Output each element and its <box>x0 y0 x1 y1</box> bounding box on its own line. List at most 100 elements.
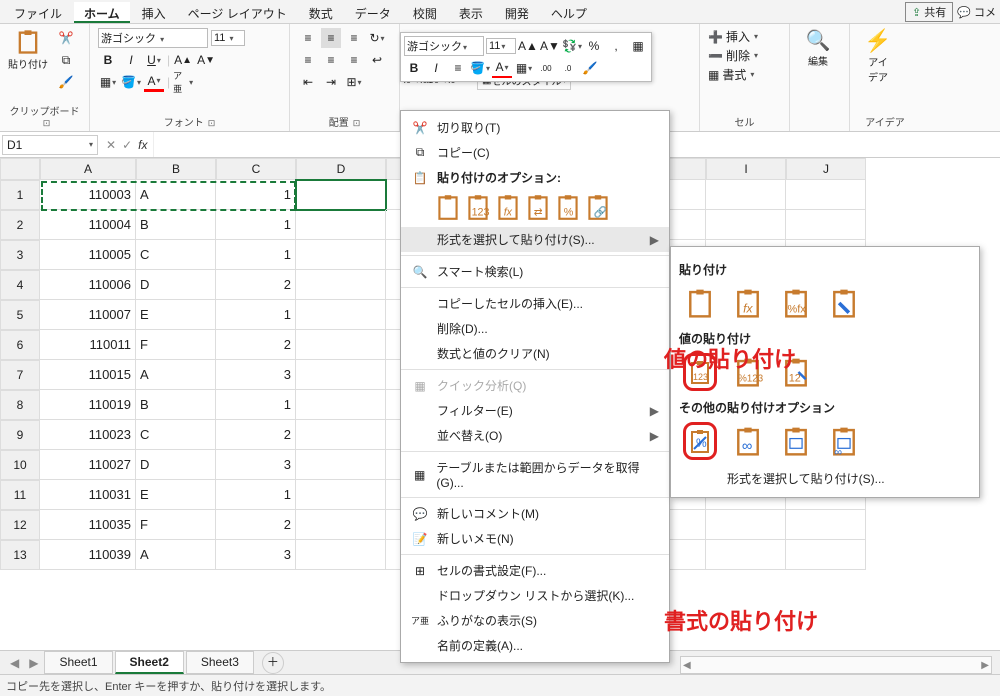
mini-currency-icon[interactable]: 💱▾ <box>562 36 582 56</box>
dialog-launcher-icon[interactable]: ⊡ <box>208 118 216 128</box>
ctx-new-memo[interactable]: 📝新しいメモ(N) <box>401 526 669 551</box>
row-header[interactable]: 5 <box>0 300 40 330</box>
cell[interactable] <box>296 330 386 360</box>
cell[interactable] <box>296 390 386 420</box>
tab-データ[interactable]: データ <box>345 2 401 23</box>
cell[interactable]: 110011 <box>40 330 136 360</box>
font-size[interactable]: 11 ▾ <box>211 30 245 46</box>
paste-formatting-brush-icon[interactable] <box>827 284 861 322</box>
cell[interactable]: 2 <box>216 330 296 360</box>
share-button[interactable]: ⇪共有 <box>905 2 953 22</box>
tab-ファイル[interactable]: ファイル <box>4 2 72 23</box>
name-box[interactable]: D1▾ <box>2 135 98 155</box>
insert-cells[interactable]: ➕挿入▾ <box>708 28 758 45</box>
enter-icon[interactable]: ✓ <box>122 138 132 152</box>
tab-ヘルプ[interactable]: ヘルプ <box>541 2 597 23</box>
cell[interactable]: E <box>136 480 216 510</box>
row-header[interactable]: 12 <box>0 510 40 540</box>
mini-font-color-icon[interactable]: A▾ <box>492 58 512 78</box>
dialog-launcher-icon[interactable]: ⊡ <box>43 118 51 128</box>
mini-painter-icon[interactable]: 🖌️ <box>580 58 600 78</box>
paste-picture-icon[interactable] <box>779 422 813 460</box>
cell[interactable] <box>296 180 386 210</box>
cell[interactable] <box>296 360 386 390</box>
orientation-icon[interactable]: ↻▾ <box>367 28 387 48</box>
wrap-text-icon[interactable]: ↩ <box>367 50 387 70</box>
tab-開発[interactable]: 開発 <box>495 2 539 23</box>
cell[interactable]: 1 <box>216 390 296 420</box>
row-header[interactable]: 2 <box>0 210 40 240</box>
underline-icon[interactable]: U▾ <box>144 50 164 70</box>
col-header[interactable]: A <box>40 158 136 180</box>
cell[interactable]: D <box>136 270 216 300</box>
paste-link-icon[interactable]: 🔗 <box>585 192 611 225</box>
mini-dec-font-icon[interactable]: A▼ <box>540 36 560 56</box>
indent-dec-icon[interactable]: ⇤ <box>298 72 318 92</box>
col-header[interactable]: I <box>706 158 786 180</box>
font-color-icon[interactable]: A▾ <box>144 72 164 92</box>
paste-button[interactable]: 貼り付け <box>6 26 50 73</box>
cell[interactable] <box>786 180 866 210</box>
mini-inc-dec-icon[interactable]: .00 <box>536 58 556 78</box>
paste-all-icon[interactable] <box>435 192 461 225</box>
row-header[interactable]: 1 <box>0 180 40 210</box>
cell[interactable]: 1 <box>216 180 296 210</box>
cell[interactable]: C <box>136 240 216 270</box>
paste-all-icon[interactable] <box>683 284 717 322</box>
flyout-paste-special-link[interactable]: 形式を選択して貼り付け(S)... <box>679 470 971 487</box>
cell[interactable]: 110006 <box>40 270 136 300</box>
ctx-copy[interactable]: ⧉コピー(C) <box>401 140 669 165</box>
format-cells[interactable]: ▦書式▾ <box>708 66 754 83</box>
italic-icon[interactable]: I <box>121 50 141 70</box>
cell[interactable]: C <box>136 420 216 450</box>
bold-icon[interactable]: B <box>98 50 118 70</box>
cell[interactable]: 3 <box>216 450 296 480</box>
cell[interactable]: A <box>136 540 216 570</box>
increase-font-icon[interactable]: A▲ <box>173 50 193 70</box>
border-icon[interactable]: ▦▾ <box>98 72 118 92</box>
copy-icon[interactable]: ⧉ <box>56 50 76 70</box>
paste-formulas-icon[interactable]: fx <box>495 192 521 225</box>
mini-font-name[interactable]: 游ゴシック▾ <box>404 36 484 56</box>
align-center-icon[interactable]: ≡ <box>321 50 341 70</box>
sheet-tab[interactable]: Sheet1 <box>44 651 112 674</box>
sheet-tab[interactable]: Sheet2 <box>115 651 184 674</box>
dialog-launcher-icon[interactable]: ⊡ <box>353 118 361 128</box>
tab-校閲[interactable]: 校閲 <box>403 2 447 23</box>
cell[interactable]: F <box>136 510 216 540</box>
ctx-get-data[interactable]: ▦テーブルまたは範囲からデータを取得(G)... <box>401 455 669 494</box>
cell[interactable] <box>786 540 866 570</box>
cell[interactable]: 110039 <box>40 540 136 570</box>
row-header[interactable]: 3 <box>0 240 40 270</box>
mini-border-icon[interactable]: ▦▾ <box>514 58 534 78</box>
sheet-nav-next-icon[interactable]: ▶ <box>25 656 42 670</box>
ctx-define-name[interactable]: 名前の定義(A)... <box>401 633 669 658</box>
cell[interactable]: 3 <box>216 540 296 570</box>
mini-percent-icon[interactable]: % <box>584 36 604 56</box>
row-header[interactable]: 9 <box>0 420 40 450</box>
mini-fill-icon[interactable]: 🪣▾ <box>470 58 490 78</box>
editing-button[interactable]: 🔍 編集 <box>796 26 840 70</box>
cell[interactable]: A <box>136 180 216 210</box>
ctx-format-cells[interactable]: ⊞セルの書式設定(F)... <box>401 558 669 583</box>
mini-align-icon[interactable]: ≡ <box>448 58 468 78</box>
mini-font-size[interactable]: 11▾ <box>486 38 516 54</box>
mini-bold-icon[interactable]: B <box>404 58 424 78</box>
col-header[interactable]: C <box>216 158 296 180</box>
tab-表示[interactable]: 表示 <box>449 2 493 23</box>
delete-cells[interactable]: ➖削除▾ <box>708 47 758 64</box>
cut-icon[interactable]: ✂️ <box>56 28 76 48</box>
cell[interactable] <box>296 270 386 300</box>
paste-formatting-icon[interactable]: % <box>683 422 717 460</box>
paste-linked-picture-icon[interactable]: ∞ <box>827 422 861 460</box>
paste-link-icon[interactable]: ∞ <box>731 422 765 460</box>
tab-数式[interactable]: 数式 <box>299 2 343 23</box>
paste-values-source-fmt-icon[interactable]: 12 <box>779 353 813 391</box>
cell[interactable] <box>706 540 786 570</box>
cell[interactable] <box>296 240 386 270</box>
align-right-icon[interactable]: ≡ <box>344 50 364 70</box>
paste-formulas-icon[interactable]: fx <box>731 284 765 322</box>
cell[interactable] <box>296 480 386 510</box>
cell[interactable] <box>296 510 386 540</box>
ctx-filter[interactable]: フィルター(E)▶ <box>401 398 669 423</box>
